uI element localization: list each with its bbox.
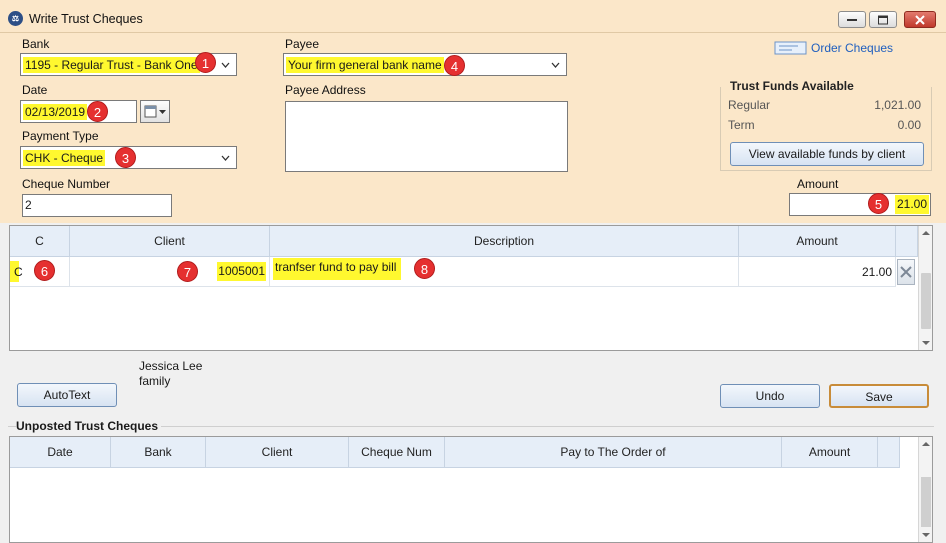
payee-combobox[interactable]: Your firm general bank name: [283, 53, 567, 76]
client-matter: family: [139, 374, 171, 388]
client-name: Jessica Lee: [139, 359, 203, 373]
grid-scrollbar[interactable]: [918, 226, 932, 350]
term-value: 0.00: [897, 118, 921, 132]
callout-badge-4: 4: [444, 55, 465, 76]
scroll-down-icon[interactable]: [919, 338, 933, 348]
payee-address-label: Payee Address: [285, 83, 366, 97]
trust-funds-title: Trust Funds Available: [728, 79, 856, 93]
chevron-down-icon: [551, 62, 560, 68]
regular-label: Regular: [728, 98, 771, 112]
payee-address-textarea[interactable]: [285, 101, 568, 172]
scroll-up-icon[interactable]: [919, 228, 933, 238]
order-cheques-link[interactable]: Order Cheques: [811, 41, 893, 55]
chevron-down-icon: [221, 155, 230, 161]
date-picker-button[interactable]: [140, 100, 170, 123]
cheque-book-icon: [774, 41, 807, 55]
row-client-cell[interactable]: 1005001: [70, 257, 270, 287]
column-header-client[interactable]: Client: [206, 437, 349, 468]
bank-value: 1195 - Regular Trust - Bank One: [23, 57, 200, 73]
row-description-value: tranfser fund to pay bill: [273, 258, 401, 280]
date-value: 02/13/2019: [23, 104, 88, 120]
unposted-scrollbar[interactable]: [918, 437, 932, 542]
cheque-number-value: 2: [25, 198, 32, 212]
amount-input[interactable]: 21.00: [789, 193, 931, 216]
row-amount-value: 21.00: [861, 265, 892, 279]
payee-value: Your firm general bank name: [286, 57, 444, 73]
maximize-icon: [878, 15, 888, 24]
callout-badge-5: 5: [868, 193, 889, 214]
row-amount-cell[interactable]: 21.00: [739, 257, 896, 287]
regular-value: 1,021.00: [874, 98, 921, 112]
autotext-button[interactable]: AutoText: [17, 383, 117, 407]
minimize-icon: [847, 18, 857, 21]
callout-badge-3: 3: [115, 147, 136, 168]
save-button[interactable]: Save: [829, 384, 929, 408]
chevron-down-icon: [221, 62, 230, 68]
callout-badge-2: 2: [87, 101, 108, 122]
payment-type-value: CHK - Cheque: [23, 150, 106, 166]
column-header-c[interactable]: C: [10, 226, 70, 257]
payment-type-label: Payment Type: [22, 129, 99, 143]
column-header-pay-to[interactable]: Pay to The Order of: [445, 437, 782, 468]
scrollbar-thumb[interactable]: [921, 273, 931, 329]
column-header-description[interactable]: Description: [270, 226, 739, 257]
payee-label: Payee: [285, 37, 320, 51]
undo-button[interactable]: Undo: [720, 384, 820, 408]
column-header-bank[interactable]: Bank: [111, 437, 206, 468]
column-header-spacer: [878, 437, 900, 468]
column-header-cheque-num[interactable]: Cheque Num: [349, 437, 445, 468]
date-label: Date: [22, 83, 48, 97]
cheque-number-label: Cheque Number: [22, 177, 111, 191]
delete-row-button[interactable]: [897, 259, 915, 285]
unposted-title: Unposted Trust Cheques: [16, 419, 162, 433]
row-description-cell[interactable]: tranfser fund to pay bill: [270, 257, 739, 287]
maximize-button[interactable]: [869, 11, 897, 28]
callout-badge-7: 7: [177, 261, 198, 282]
row-c-value: C: [14, 265, 23, 279]
row-client-value: 1005001: [217, 262, 266, 281]
bank-label: Bank: [22, 37, 50, 51]
column-header-date[interactable]: Date: [10, 437, 111, 468]
amount-label: Amount: [797, 177, 839, 191]
term-label: Term: [728, 118, 755, 132]
callout-badge-6: 6: [34, 260, 55, 281]
scroll-down-icon[interactable]: [919, 530, 933, 540]
cheque-number-input[interactable]: 2: [22, 194, 172, 217]
calendar-icon: [144, 105, 166, 118]
amount-value: 21.00: [895, 195, 929, 214]
column-header-amount[interactable]: Amount: [739, 226, 896, 257]
column-header-client[interactable]: Client: [70, 226, 270, 257]
delete-x-icon: [900, 266, 912, 278]
scroll-up-icon[interactable]: [919, 439, 933, 449]
scrollbar-thumb[interactable]: [921, 477, 931, 527]
law-firm-icon: ⚖: [8, 11, 23, 26]
order-cheques-link-icon[interactable]: [774, 40, 808, 56]
cheque-lines-grid[interactable]: C Client Description Amount C 1005001 tr…: [9, 225, 933, 351]
column-header-delete: [896, 226, 918, 257]
close-button[interactable]: [904, 11, 936, 28]
date-input[interactable]: 02/13/2019: [20, 100, 137, 123]
unposted-cheques-grid[interactable]: Date Bank Client Cheque Num Pay to The O…: [9, 436, 933, 543]
column-header-amount[interactable]: Amount: [782, 437, 878, 468]
callout-badge-1: 1: [195, 52, 216, 73]
callout-badge-8: 8: [414, 258, 435, 279]
close-icon: [915, 14, 925, 25]
minimize-button[interactable]: [838, 11, 866, 28]
window-title: Write Trust Cheques: [29, 12, 143, 26]
view-funds-by-client-button[interactable]: View available funds by client: [730, 142, 924, 166]
